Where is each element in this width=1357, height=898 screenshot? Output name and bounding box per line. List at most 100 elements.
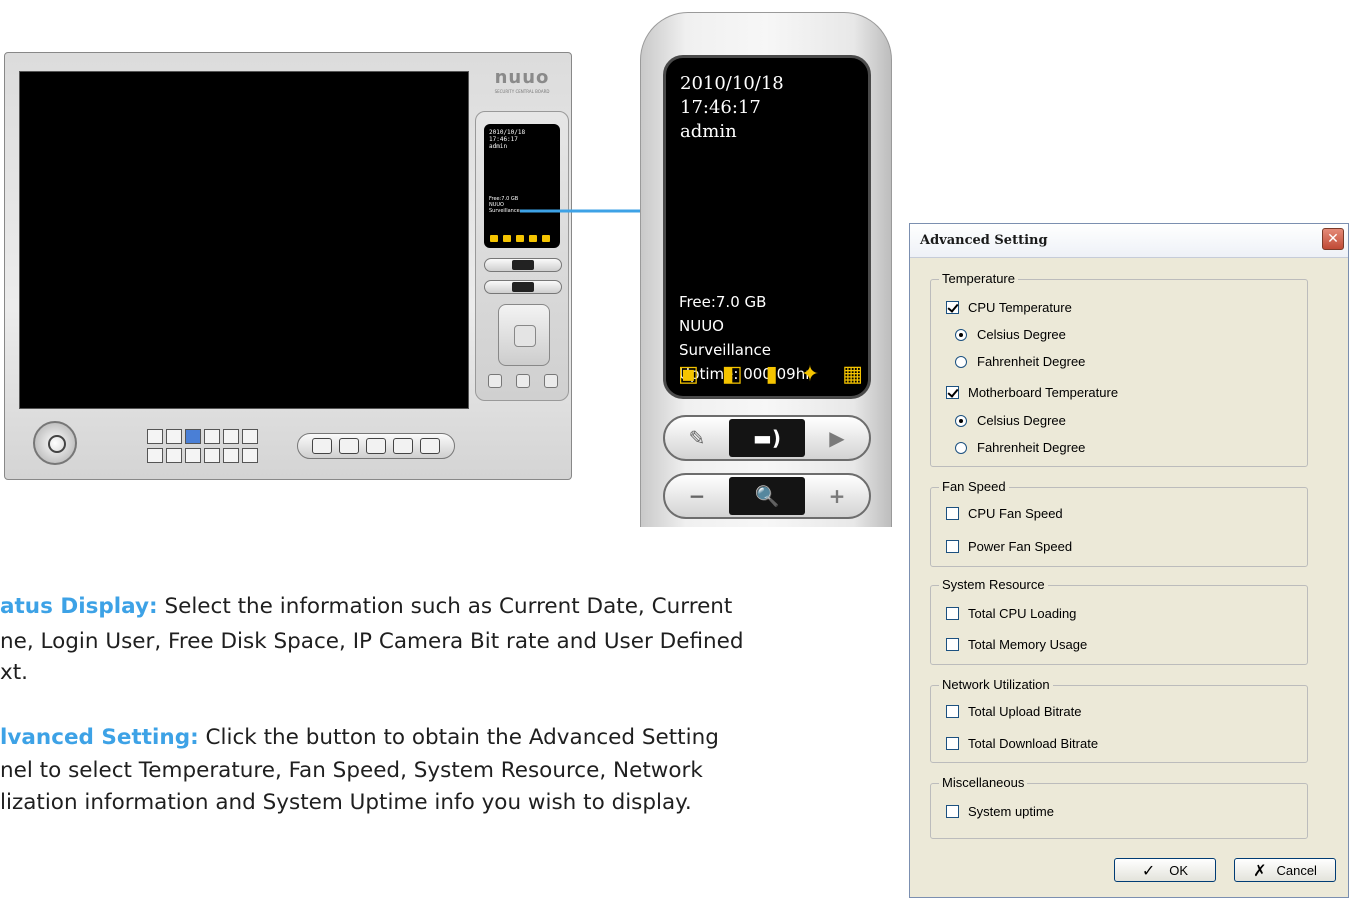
settings-control-row: ✎ ▬) ▶ <box>663 415 871 461</box>
cpu-temperature-label: CPU Temperature <box>968 300 1072 315</box>
layout-6-button[interactable] <box>147 447 163 463</box>
record-button[interactable] <box>311 438 332 454</box>
layout-8-button[interactable] <box>166 447 182 463</box>
mini-line2: Surveillance <box>489 208 520 214</box>
checkbox-icon[interactable] <box>946 737 959 750</box>
status-user: admin <box>680 121 737 142</box>
cpu-celsius-label: Celsius Degree <box>977 327 1066 342</box>
layout-n-button[interactable] <box>204 447 220 463</box>
system-uptime-label: System uptime <box>968 804 1054 819</box>
mb-fahrenheit-radio[interactable]: Fahrenheit Degree <box>955 440 1085 455</box>
status-line2: Surveillance <box>679 341 771 359</box>
radio-icon[interactable] <box>955 441 967 454</box>
preset-button-1[interactable] <box>488 374 502 388</box>
status-caption-line3: xt. <box>0 660 28 685</box>
mini-user: admin <box>489 143 508 150</box>
checkbox-icon[interactable] <box>946 540 959 553</box>
monitor-icon <box>490 235 498 242</box>
dialog-titlebar[interactable]: Advanced Setting ✕ <box>910 224 1348 258</box>
total-memory-usage-checkbox[interactable]: Total Memory Usage <box>946 637 1087 652</box>
cancel-button[interactable]: ✗ Cancel <box>1234 858 1336 882</box>
zoom-in-icon[interactable]: + <box>805 475 869 517</box>
system-resource-group-label: System Resource <box>939 577 1048 592</box>
cpu-fahrenheit-radio[interactable]: Fahrenheit Degree <box>955 354 1085 369</box>
total-memory-usage-label: Total Memory Usage <box>968 637 1088 652</box>
zoom-out-icon[interactable]: − <box>665 475 729 517</box>
config-button[interactable] <box>365 438 386 454</box>
radio-selected-icon[interactable] <box>955 414 967 427</box>
fan-speed-group: Fan Speed CPU Fan Speed Power Fan Speed <box>930 479 1308 567</box>
checkbox-checked-icon[interactable] <box>946 386 959 399</box>
checkbox-icon[interactable] <box>946 805 959 818</box>
layout-25-button[interactable] <box>242 447 258 463</box>
speaker-icon[interactable]: ◧ <box>722 362 743 388</box>
phone-icon <box>516 235 524 242</box>
zoom-control-row: − 🔍 + <box>663 473 871 519</box>
mini-settings-row[interactable] <box>484 258 562 272</box>
total-download-bitrate-label: Total Download Bitrate <box>968 736 1099 751</box>
layout-13-button[interactable] <box>223 447 239 463</box>
keyboard-icon <box>542 235 550 242</box>
keyboard-icon[interactable]: ▦ <box>842 362 863 388</box>
radio-selected-icon[interactable] <box>955 328 967 341</box>
phone-icon[interactable]: ▮ <box>766 362 778 388</box>
playback-button[interactable] <box>338 438 359 454</box>
preset-button-3[interactable] <box>544 374 558 388</box>
status-time: 17:46:17 <box>680 97 761 118</box>
tools-button[interactable] <box>420 438 441 454</box>
preset-button-2[interactable] <box>516 374 530 388</box>
zoom-icon[interactable]: 🔍 <box>729 477 805 515</box>
mini-status-screen: 2010/10/18 17:46:17 admin Free:7.0 GB NU… <box>484 124 560 248</box>
satellite-icon <box>529 235 537 242</box>
camera-bitrate-icon[interactable]: ▬) <box>729 419 805 457</box>
video-view[interactable] <box>19 71 469 409</box>
close-icon[interactable]: ✕ <box>1322 228 1344 250</box>
total-cpu-loading-checkbox[interactable]: Total CPU Loading <box>946 606 1076 621</box>
mini-lower-text: Free:7.0 GB NUUO Surveillance <box>489 196 520 214</box>
mini-zoom-row[interactable] <box>484 280 562 294</box>
layout-10-button[interactable] <box>185 447 201 463</box>
play-icon[interactable]: ▶ <box>805 417 869 459</box>
power-button[interactable] <box>33 421 77 465</box>
layout-full-button[interactable] <box>223 429 239 444</box>
total-upload-bitrate-checkbox[interactable]: Total Upload Bitrate <box>946 704 1081 719</box>
x-icon: ✗ <box>1253 860 1267 880</box>
checkbox-checked-icon[interactable] <box>946 301 959 314</box>
mini-time: 17:46:17 <box>489 136 518 143</box>
satellite-icon[interactable]: ✦ <box>801 362 819 388</box>
home-icon[interactable] <box>514 325 536 347</box>
check-icon: ✓ <box>1141 860 1156 880</box>
mb-temperature-checkbox[interactable]: Motherboard Temperature <box>946 385 1118 400</box>
dialog-title: Advanced Setting <box>920 233 1048 248</box>
wrench-icon[interactable]: ✎ <box>665 417 729 459</box>
checkbox-icon[interactable] <box>946 638 959 651</box>
power-fan-speed-checkbox[interactable]: Power Fan Speed <box>946 539 1072 554</box>
system-uptime-checkbox[interactable]: System uptime <box>946 804 1054 819</box>
monitor-icon[interactable]: ▣ <box>678 362 699 388</box>
network-utilization-group: Network Utilization Total Upload Bitrate… <box>930 677 1308 763</box>
cpu-celsius-radio[interactable]: Celsius Degree <box>955 327 1066 342</box>
cpu-temperature-checkbox[interactable]: CPU Temperature <box>946 300 1072 315</box>
layout-1-button[interactable] <box>147 429 163 444</box>
layout-9-button[interactable] <box>185 429 201 444</box>
alert-button[interactable] <box>393 438 414 454</box>
status-free-space: Free:7.0 GB <box>679 293 767 311</box>
miscellaneous-group: Miscellaneous System uptime <box>930 775 1308 839</box>
advanced-setting-dialog: Advanced Setting ✕ Temperature CPU Tempe… <box>909 223 1349 898</box>
status-icon-row: ▣ ◧ ▮ ✦ ▦ <box>678 360 863 390</box>
total-cpu-loading-label: Total CPU Loading <box>968 606 1077 621</box>
mb-celsius-radio[interactable]: Celsius Degree <box>955 413 1066 428</box>
total-download-bitrate-checkbox[interactable]: Total Download Bitrate <box>946 736 1098 751</box>
cpu-fan-speed-checkbox[interactable]: CPU Fan Speed <box>946 506 1063 521</box>
radio-icon[interactable] <box>955 355 967 368</box>
checkbox-icon[interactable] <box>946 705 959 718</box>
checkbox-icon[interactable] <box>946 507 959 520</box>
layout-4-button[interactable] <box>166 429 182 444</box>
mb-temperature-label: Motherboard Temperature <box>968 385 1119 400</box>
mb-fahrenheit-label: Fahrenheit Degree <box>977 440 1086 455</box>
layout-16-button[interactable] <box>204 429 220 444</box>
fullscreen-button[interactable] <box>242 429 258 444</box>
ptz-dpad[interactable] <box>498 304 550 366</box>
checkbox-icon[interactable] <box>946 607 959 620</box>
ok-button[interactable]: ✓ OK <box>1114 858 1216 882</box>
